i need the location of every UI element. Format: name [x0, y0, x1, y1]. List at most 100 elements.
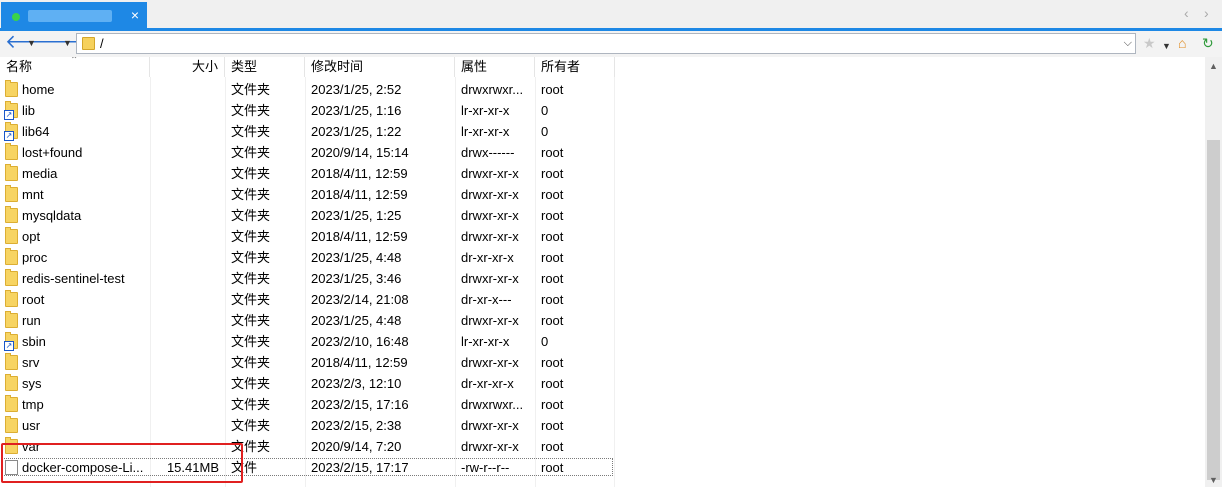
cell-modified: 2023/1/25, 2:52	[305, 79, 455, 100]
table-row[interactable]: redis-sentinel-test 文件夹 2023/1/25, 3:46 drw…	[0, 268, 1205, 289]
cell-size	[150, 331, 225, 352]
tab-scroll-left-icon[interactable]: ‹	[1184, 5, 1189, 21]
forward-history-dropdown-icon[interactable]: ▼	[63, 36, 72, 50]
table-row[interactable]: media 文件夹 2018/4/11, 12:59 drwxr-xr-x root	[0, 163, 1205, 184]
table-row[interactable]: mnt 文件夹 2018/4/11, 12:59 drwxr-xr-x root	[0, 184, 1205, 205]
cell-attrs-text: drwxrwxr...	[461, 397, 524, 412]
favorite-dropdown-icon[interactable]: ▼	[1162, 38, 1171, 54]
path-dropdown-icon[interactable]: ⌵	[1124, 36, 1132, 51]
tab-scroll-right-icon[interactable]: ›	[1204, 5, 1209, 21]
folder-link-icon	[4, 122, 18, 141]
folder-icon	[5, 164, 18, 181]
cell-type: 文件夹	[225, 247, 305, 268]
cell-owner-text: root	[541, 292, 564, 307]
cell-modified: 2023/2/3, 12:10	[305, 373, 455, 394]
cell-size	[150, 289, 225, 310]
cell-attrs: lr-xr-xr-x	[455, 331, 535, 352]
column-header-attrs-label: 属性	[461, 59, 488, 74]
table-row[interactable]: tmp 文件夹 2023/2/15, 17:16 drwxrwxr... root	[0, 394, 1205, 415]
cell-attrs: drwx------	[455, 142, 535, 163]
table-row[interactable]: mysqldata 文件夹 2023/1/25, 1:25 drwxr-xr-x roo…	[0, 205, 1205, 226]
column-header-type[interactable]: 类型	[225, 57, 305, 77]
cell-attrs: dr-xr-xr-x	[455, 247, 535, 268]
cell-attrs-text: drwxr-xr-x	[461, 271, 519, 286]
cell-owner-text: root	[541, 376, 564, 391]
cell-attrs: dr-xr-xr-x	[455, 373, 535, 394]
folder-icon	[5, 227, 18, 244]
scroll-up-icon[interactable]: ▲	[1209, 61, 1218, 71]
cell-owner: root	[535, 373, 615, 394]
cell-attrs: lr-xr-xr-x	[455, 121, 535, 142]
scroll-down-icon[interactable]: ▼	[1209, 475, 1218, 485]
refresh-icon[interactable]: ↻	[1202, 35, 1214, 51]
column-header-modified[interactable]: 修改时间	[305, 57, 455, 77]
cell-owner: 0	[535, 100, 615, 121]
cell-modified-text: 2020/9/14, 15:14	[311, 145, 409, 160]
table-row[interactable]: root 文件夹 2023/2/14, 21:08 dr-xr-x--- root	[0, 289, 1205, 310]
cell-name-text: opt	[22, 229, 41, 244]
cell-type-text: 文件夹	[231, 292, 271, 307]
cell-size	[150, 373, 225, 394]
cell-type: 文件夹	[225, 205, 305, 226]
cell-modified-text: 2018/4/11, 12:59	[311, 229, 408, 244]
table-row[interactable]: usr 文件夹 2023/2/15, 2:38 drwxr-xr-x root	[0, 415, 1205, 436]
cell-modified-text: 2018/4/11, 12:59	[311, 355, 408, 370]
cell-type-text: 文件夹	[231, 376, 271, 391]
close-icon[interactable]: ×	[131, 7, 139, 23]
table-row[interactable]: lost+found 文件夹 2020/9/14, 15:14 drwx------ r…	[0, 142, 1205, 163]
scrollbar-thumb[interactable]	[1207, 140, 1220, 480]
cell-owner: root	[535, 79, 615, 100]
table-row[interactable]: srv 文件夹 2018/4/11, 12:59 drwxr-xr-x root	[0, 352, 1205, 373]
vertical-scrollbar[interactable]: ▲ ▼	[1205, 57, 1222, 487]
home-icon[interactable]: ⌂	[1178, 35, 1186, 51]
cell-owner-text: root	[541, 313, 564, 328]
cell-owner: root	[535, 457, 615, 478]
folder-icon	[5, 185, 18, 202]
table-row[interactable]: opt 文件夹 2018/4/11, 12:59 drwxr-xr-x root	[0, 226, 1205, 247]
cell-type: 文件夹	[225, 163, 305, 184]
cell-owner-text: root	[541, 460, 564, 475]
column-header-owner[interactable]: 所有者	[535, 57, 615, 77]
cell-attrs-text: dr-xr-x---	[461, 292, 512, 307]
cell-owner-text: root	[541, 166, 564, 181]
back-history-dropdown-icon[interactable]: ▼	[27, 36, 36, 50]
cell-name: lib	[0, 100, 150, 121]
cell-type-text: 文件夹	[231, 166, 271, 181]
address-toolbar: 🡐 ▼ 🡒 ▼ / ⌵ ★ ▼ ⌂ ↻	[0, 31, 1222, 57]
cell-name: lost+found	[0, 142, 150, 163]
cell-attrs: drwxr-xr-x	[455, 352, 535, 373]
cell-name-text: sys	[22, 376, 42, 391]
cell-type-text: 文件夹	[231, 103, 271, 118]
session-tab[interactable]: ×	[1, 2, 147, 28]
cell-attrs: drwxr-xr-x	[455, 226, 535, 247]
cell-attrs: dr-xr-x---	[455, 289, 535, 310]
column-header-name[interactable]: 名称 ⌃	[0, 57, 150, 77]
cell-name: mysqldata	[0, 205, 150, 226]
table-row[interactable]: sys 文件夹 2023/2/3, 12:10 dr-xr-xr-x root	[0, 373, 1205, 394]
sort-ascending-icon: ⌃	[70, 57, 79, 66]
table-row[interactable]: lib64 文件夹 2023/1/25, 1:22 lr-xr-xr-x 0	[0, 121, 1205, 142]
cell-modified-text: 2020/9/14, 7:20	[311, 439, 402, 454]
table-row[interactable]: proc 文件夹 2023/1/25, 4:48 dr-xr-xr-x root	[0, 247, 1205, 268]
cell-type: 文件夹	[225, 100, 305, 121]
cell-modified: 2018/4/11, 12:59	[305, 163, 455, 184]
cell-name-text: mnt	[22, 187, 44, 202]
cell-modified: 2023/1/25, 1:16	[305, 100, 455, 121]
cell-size	[150, 184, 225, 205]
path-input[interactable]: / ⌵	[76, 33, 1136, 54]
table-row[interactable]: home 文件夹 2023/1/25, 2:52 drwxrwxr... root	[0, 79, 1205, 100]
cell-modified-text: 2023/1/25, 1:22	[311, 124, 402, 139]
session-tab-title-redacted	[28, 10, 112, 22]
cell-type: 文件夹	[225, 310, 305, 331]
cell-type: 文件夹	[225, 142, 305, 163]
column-header-size[interactable]: 大小	[150, 57, 225, 77]
star-icon[interactable]: ★	[1143, 35, 1156, 51]
cell-attrs: drwxrwxr...	[455, 79, 535, 100]
cell-name-text: proc	[22, 250, 48, 265]
cell-modified: 2020/9/14, 15:14	[305, 142, 455, 163]
cell-attrs-text: drwxr-xr-x	[461, 418, 519, 433]
table-row[interactable]: lib 文件夹 2023/1/25, 1:16 lr-xr-xr-x 0	[0, 100, 1205, 121]
column-header-attrs[interactable]: 属性	[455, 57, 535, 77]
table-row[interactable]: sbin 文件夹 2023/2/10, 16:48 lr-xr-xr-x 0	[0, 331, 1205, 352]
table-row[interactable]: run 文件夹 2023/1/25, 4:48 drwxr-xr-x root	[0, 310, 1205, 331]
